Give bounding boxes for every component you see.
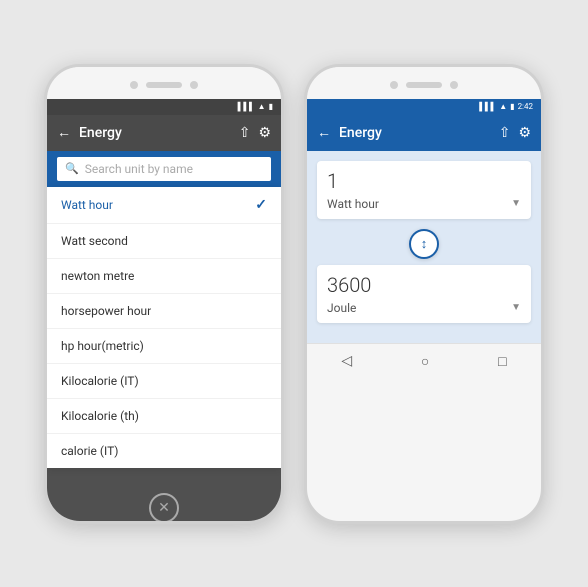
right-back-button[interactable]: ← (317, 124, 331, 141)
right-status-bar: ▌▌▌ ▲ ▮ 2:42 (307, 99, 541, 115)
unit-label: newton metre (61, 269, 134, 283)
unit-item-newton-metre[interactable]: newton metre (47, 259, 281, 294)
right-phone: ▌▌▌ ▲ ▮ 2:42 ← Energy ⇧ ⚙ 1 Watt hour ▼ (304, 64, 544, 524)
unit-label: Watt second (61, 234, 128, 248)
unit-item-watt-hour[interactable]: Watt hour ✓ (47, 187, 281, 224)
output-unit-selector[interactable]: Joule ▼ (327, 301, 521, 315)
swap-button[interactable]: ↕ (409, 229, 439, 259)
camera-dot (130, 81, 138, 89)
wifi-icon: ▲ (258, 102, 266, 111)
swap-button-container: ↕ (317, 229, 531, 259)
left-app-title: Energy (79, 125, 231, 141)
output-card: 3600 Joule ▼ (317, 265, 531, 323)
right-settings-button[interactable]: ⚙ (518, 125, 531, 141)
unit-item-watt-second[interactable]: Watt second (47, 224, 281, 259)
left-settings-button[interactable]: ⚙ (258, 125, 271, 141)
right-nav-home[interactable]: ○ (421, 353, 429, 370)
dark-overlay: ✕ (47, 468, 281, 524)
scene: ▌▌▌ ▲ ▮ ← Energy ⇧ ⚙ 🔍 Search unit by na… (24, 44, 564, 544)
right-wifi-icon: ▲ (499, 102, 507, 111)
right-share-button[interactable]: ⇧ (499, 125, 511, 141)
right-app-bar: ← Energy ⇧ ⚙ (307, 115, 541, 151)
unit-item-kilocalorie-th[interactable]: Kilocalorie (th) (47, 399, 281, 434)
output-dropdown-arrow: ▼ (511, 302, 521, 313)
left-status-icons: ▌▌▌ ▲ ▮ (238, 102, 273, 111)
unit-label: hp hour(metric) (61, 339, 144, 353)
left-back-button[interactable]: ← (57, 124, 71, 141)
left-phone: ▌▌▌ ▲ ▮ ← Energy ⇧ ⚙ 🔍 Search unit by na… (44, 64, 284, 524)
unit-label: Watt hour (61, 198, 113, 212)
input-card: 1 Watt hour ▼ (317, 161, 531, 219)
search-placeholder-text: Search unit by name (85, 162, 193, 176)
search-bar: 🔍 Search unit by name (47, 151, 281, 187)
right-time: 2:42 (518, 102, 533, 111)
search-input-box[interactable]: 🔍 Search unit by name (57, 157, 271, 181)
right-phone-top (307, 67, 541, 99)
right-app-title: Energy (339, 125, 491, 141)
input-dropdown-arrow: ▼ (511, 198, 521, 209)
input-unit-label: Watt hour (327, 197, 379, 211)
right-battery-icon: ▮ (510, 102, 514, 111)
output-value: 3600 (327, 273, 521, 297)
input-value[interactable]: 1 (327, 169, 521, 193)
right-camera-dot (390, 81, 398, 89)
checkmark-icon: ✓ (255, 197, 267, 213)
search-icon: 🔍 (65, 162, 79, 175)
left-app-bar: ← Energy ⇧ ⚙ (47, 115, 281, 151)
converter-body: 1 Watt hour ▼ ↕ 3600 Joule ▼ (307, 151, 541, 343)
output-unit-label: Joule (327, 301, 356, 315)
right-nav-recent[interactable]: □ (498, 353, 506, 370)
signal-icon: ▌▌▌ (238, 102, 255, 111)
left-share-button[interactable]: ⇧ (239, 125, 251, 141)
unit-item-horsepower-hour[interactable]: horsepower hour (47, 294, 281, 329)
right-nav-back[interactable]: ◁ (341, 353, 352, 369)
input-unit-selector[interactable]: Watt hour ▼ (327, 197, 521, 211)
unit-item-calorie-it[interactable]: calorie (IT) (47, 434, 281, 468)
unit-list: Watt hour ✓ Watt second newton metre hor… (47, 187, 281, 468)
speaker-slot (146, 82, 182, 88)
close-button[interactable]: ✕ (149, 493, 179, 523)
battery-icon: ▮ (269, 102, 273, 111)
unit-label: horsepower hour (61, 304, 151, 318)
unit-item-hp-hour-metric[interactable]: hp hour(metric) (47, 329, 281, 364)
right-nav-bar: ◁ ○ □ (307, 343, 541, 379)
unit-label: Kilocalorie (th) (61, 409, 139, 423)
left-phone-top (47, 67, 281, 99)
unit-item-kilocalorie-it[interactable]: Kilocalorie (IT) (47, 364, 281, 399)
right-signal-icon: ▌▌▌ (479, 102, 496, 111)
unit-label: calorie (IT) (61, 444, 118, 458)
left-status-bar: ▌▌▌ ▲ ▮ (47, 99, 281, 115)
right-speaker-slot (406, 82, 442, 88)
camera-dot2 (190, 81, 198, 89)
right-camera-dot2 (450, 81, 458, 89)
unit-label: Kilocalorie (IT) (61, 374, 139, 388)
right-status-icons: ▌▌▌ ▲ ▮ 2:42 (479, 102, 533, 111)
